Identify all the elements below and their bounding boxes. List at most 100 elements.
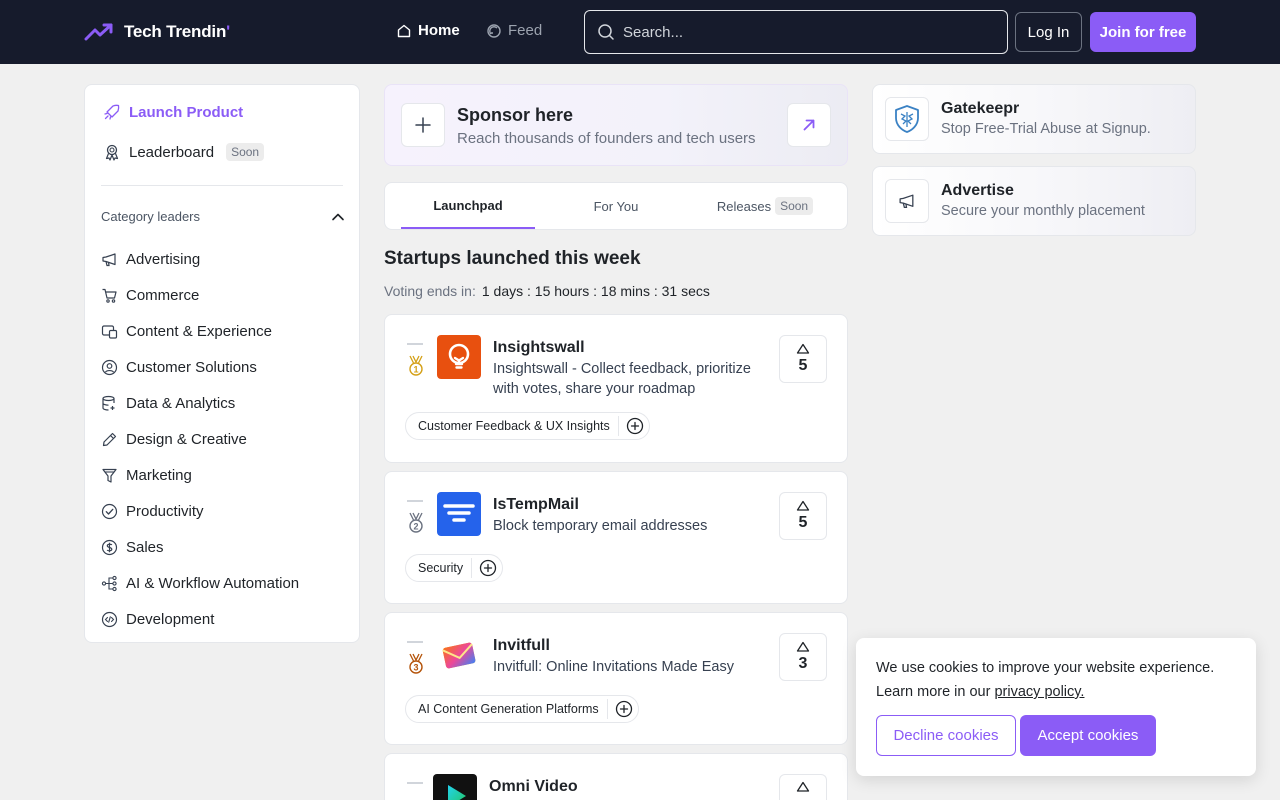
rank-change-indicator [407,343,423,345]
ad-card-gatekeepr[interactable]: Gatekeepr Stop Free-Trial Abuse at Signu… [872,84,1196,154]
sponsor-plus-button[interactable] [401,103,445,147]
category-item-commerce[interactable]: Commerce [101,277,345,313]
nav-feed-label: Feed [508,22,543,39]
svg-text:1: 1 [413,365,418,375]
login-button[interactable]: Log In [1015,12,1082,52]
add-circle-icon[interactable] [478,558,498,578]
category-item-advertising[interactable]: Advertising [101,241,345,277]
product-name[interactable]: Insightswall [493,339,585,357]
upvote-button[interactable]: 3 [779,633,827,681]
decline-cookies-button[interactable]: Decline cookies [876,715,1016,756]
category-item-development[interactable]: Development [101,601,345,637]
category-item-design-creative[interactable]: Design & Creative [101,421,345,457]
category-item-ai-workflow-automation[interactable]: AI & Workflow Automation [101,565,345,601]
tab-for-you[interactable]: For You [549,183,683,229]
add-circle-icon[interactable] [614,699,634,719]
sponsor-banner[interactable]: Sponsor here Reach thousands of founders… [384,84,848,166]
svg-text:3: 3 [413,663,418,673]
sponsor-arrow-button[interactable] [787,103,831,147]
category-item-customer-solutions[interactable]: Customer Solutions [101,349,345,385]
ad-logo [885,97,929,141]
database-icon [101,395,118,412]
tag-separator [617,416,619,436]
upvote-icon [796,500,810,512]
category-item-sales[interactable]: Sales [101,529,345,565]
upvote-icon [796,343,810,355]
tag-pill[interactable]: Customer Feedback & UX Insights [405,412,650,440]
feed-icon [486,23,502,39]
bronze-medal-icon: 3 [407,653,425,675]
category-item-productivity[interactable]: Productivity [101,493,345,529]
tab-launchpad[interactable]: Launchpad [401,183,535,229]
voting-countdown: Voting ends in: 1 days : 15 hours : 18 mi… [384,283,710,299]
content-icon [101,323,118,340]
category-label: Development [126,610,215,628]
product-logo[interactable] [433,774,477,800]
product-name[interactable]: Invitfull [493,637,550,655]
category-label: Productivity [126,502,204,520]
tab-label: For You [593,198,639,214]
add-circle-icon[interactable] [625,416,645,436]
upvote-icon [796,641,810,653]
ad-subtitle: Stop Free-Trial Abuse at Signup. [941,121,1151,137]
rocket-icon [103,103,121,121]
gold-medal-icon: 1 [407,355,425,377]
brand-logo-link[interactable]: Tech Trendin' [84,20,230,44]
upvote-button[interactable]: 5 [779,492,827,540]
tag-pill[interactable]: Security [405,554,504,582]
section-title: Startups launched this week [384,248,641,269]
megaphone-icon [898,192,916,210]
search-icon [597,23,615,41]
category-item-data-analytics[interactable]: Data & Analytics [101,385,345,421]
upvote-button[interactable] [779,774,827,800]
cookie-text: We use cookies to improve your website e… [876,656,1240,704]
category-item-content-experience[interactable]: Content & Experience [101,313,345,349]
home-icon [396,23,412,39]
tab-releases[interactable]: Releases Soon [697,183,833,229]
product-logo[interactable] [437,633,481,677]
product-description: Insightswall - Collect feedback, priorit… [493,361,751,397]
product-card[interactable]: 3 Invitfull Invitfull: Online Invitation… [384,612,848,745]
product-card[interactable]: 2 IsTempMail Block temporary email addre… [384,471,848,604]
category-leaders-toggle[interactable]: Category leaders [101,209,345,224]
tag-pill[interactable]: AI Content Generation Platforms [405,695,639,723]
leaderboard-link[interactable]: Leaderboard Soon [103,143,265,161]
upvote-button[interactable]: 5 [779,335,827,383]
cookie-banner: We use cookies to improve your website e… [856,638,1256,776]
product-card[interactable]: 1 Insightswall Insightswall - Collect fe… [384,314,848,463]
ad-logo [885,179,929,223]
search-box [584,10,1008,54]
pen-icon [101,431,118,448]
search-input[interactable] [623,23,983,41]
nav-home[interactable]: Home [396,22,460,39]
sidebar-divider [101,185,343,186]
sponsor-title: Sponsor here [457,105,574,125]
accept-cookies-button[interactable]: Accept cookies [1020,715,1156,756]
product-name[interactable]: IsTempMail [493,496,579,514]
trending-up-icon [84,22,114,42]
dollar-icon [101,539,118,556]
nav-home-label: Home [418,22,460,39]
vote-count: 5 [798,514,808,531]
silver-medal-icon: 2 [407,512,425,534]
cart-icon [101,287,118,304]
launch-product-link[interactable]: Launch Product [103,103,243,121]
brand-name: Tech Trendin' [124,22,230,41]
category-item-marketing[interactable]: Marketing [101,457,345,493]
product-card[interactable]: Omni Video [384,753,848,800]
ad-title: Advertise [941,182,1014,199]
plus-icon [414,116,432,134]
join-button[interactable]: Join for free [1090,12,1196,52]
category-label: Sales [126,538,164,556]
user-circle-icon [101,359,118,376]
sponsor-subtitle: Reach thousands of founders and tech use… [457,130,756,147]
product-logo[interactable] [437,335,481,379]
rank-change-indicator [407,500,423,502]
launch-product-label: Launch Product [129,103,244,121]
svg-text:2: 2 [413,522,418,532]
product-logo[interactable] [437,492,481,536]
privacy-policy-link[interactable]: privacy policy. [994,684,1084,700]
product-name[interactable]: Omni Video [489,778,578,796]
nav-feed[interactable]: Feed [486,22,542,39]
ad-card-advertise[interactable]: Advertise Secure your monthly placement [872,166,1196,236]
